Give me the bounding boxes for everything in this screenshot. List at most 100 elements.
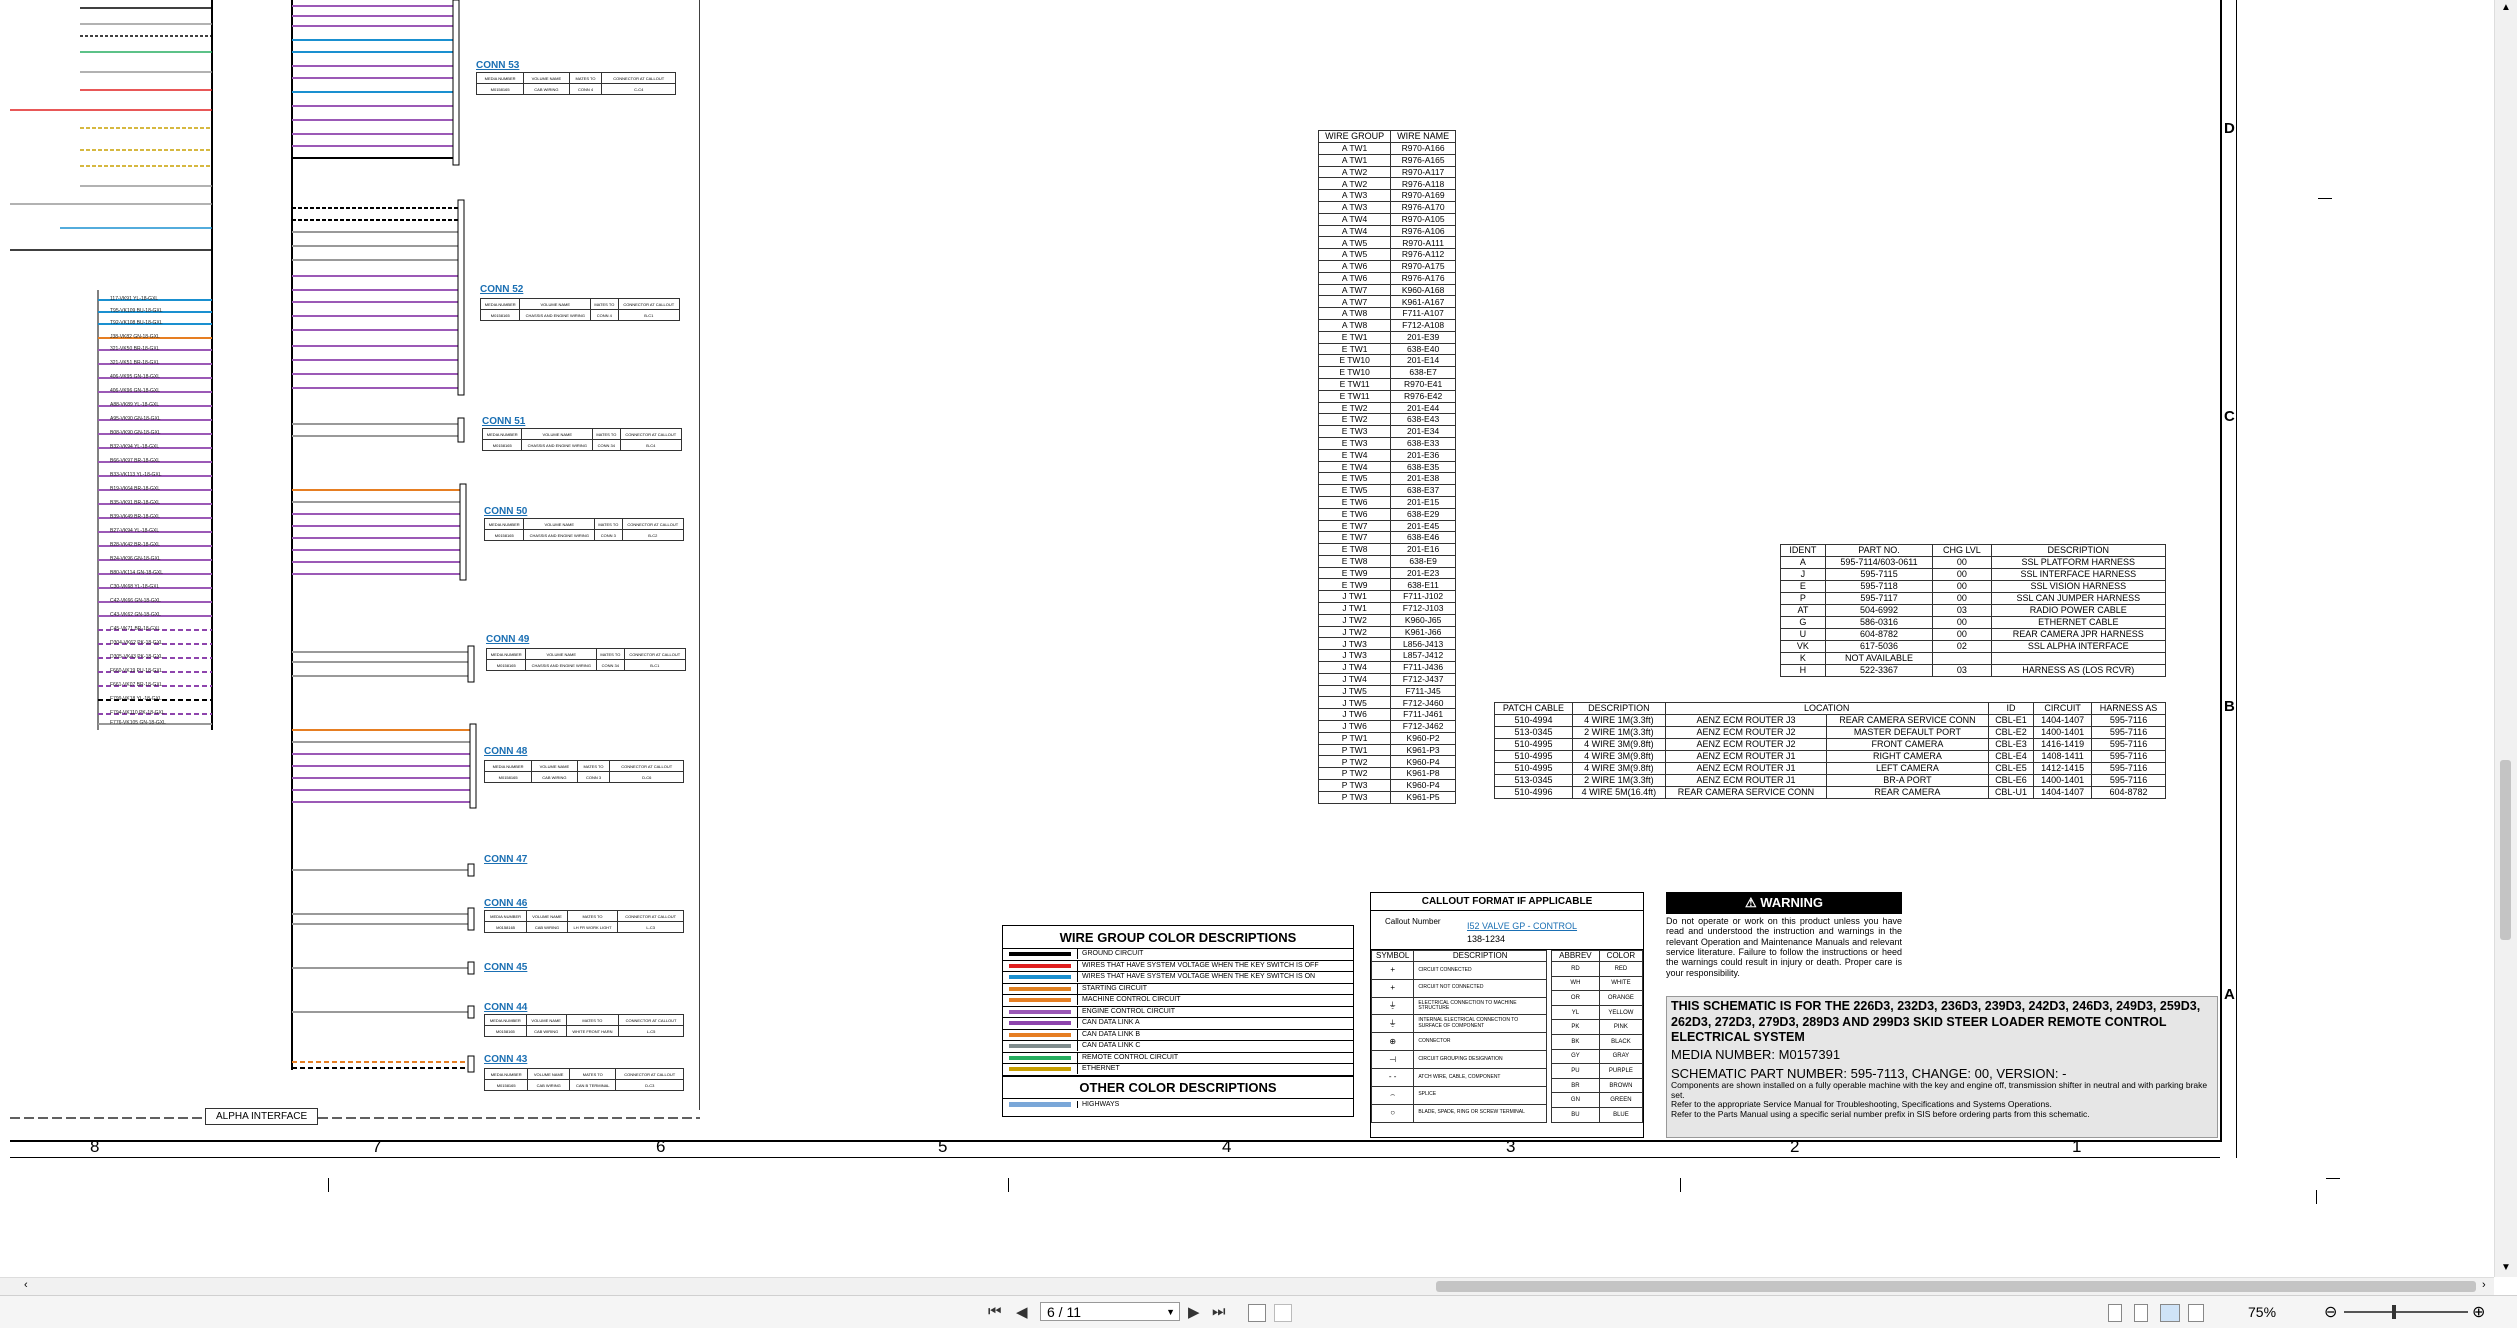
table-row: A TW4 R970-A105 (1317, 212, 1456, 226)
document-viewport[interactable]: 117-VK91 YL-18-GXL T95-VK109 BU-18-GXL T… (0, 0, 2494, 1277)
table-row: A TW6 R970-A175 (1317, 259, 1456, 273)
title-part: SCHEMATIC PART NUMBER: 595-7113, CHANGE:… (1671, 1065, 2067, 1081)
conn-title[interactable]: CONN 46 (484, 898, 527, 909)
table-cell: K (1780, 652, 1826, 665)
prev-page-icon[interactable]: ◀ (1016, 1303, 1028, 1321)
single-page-icon[interactable] (2108, 1304, 2122, 1322)
table-row: K NOT AVAILABLE (1780, 652, 2167, 665)
conn-callout: D-C3 (615, 1079, 684, 1091)
next-page-icon[interactable]: ▶ (1188, 1303, 1200, 1321)
conn-title[interactable]: CONN 44 (484, 1002, 527, 1013)
table-header: CIRCUIT (2033, 702, 2093, 715)
horizontal-scrollbar[interactable]: ‹ › (0, 1277, 2494, 1296)
conn-name: CAB WIRING (531, 771, 578, 783)
conn-callout: B-C4 (619, 439, 683, 451)
table-cell: CBL-U1 (1987, 786, 2035, 799)
scroll-thumb[interactable] (2500, 760, 2511, 940)
conn-mates: WHITE FRONT HARN (565, 1025, 620, 1037)
table-cell: 595-7116 (2091, 738, 2166, 751)
table-row: GY GRAY (1551, 1048, 1644, 1065)
scroll-thumb-h[interactable] (1436, 1281, 2476, 1292)
table-row: J 595-7115 00 SSL INTERFACE HARNESS (1780, 568, 2167, 581)
zoom-out-icon[interactable]: ⊖ (2324, 1302, 2337, 1322)
other-legend-title: OTHER COLOR DESCRIPTIONS (1003, 1075, 1353, 1099)
table-cell: AENZ ECM ROUTER J1 (1664, 774, 1828, 787)
frame-right (2220, 0, 2222, 1142)
table-cell: 03 (1932, 604, 1992, 617)
page-copy-icon[interactable] (1248, 1304, 1266, 1322)
svg-text:C45-VK71 BR-18-GXL: C45-VK71 BR-18-GXL (110, 626, 161, 632)
two-page-continuous-icon[interactable] (2188, 1304, 2204, 1322)
first-page-icon[interactable]: ⏮ (988, 1303, 1002, 1320)
page-layout-icon[interactable] (1274, 1304, 1292, 1322)
legend-label: CAN DATA LINK A (1077, 1018, 1140, 1029)
table-row: J TW4 F712-J437 (1317, 672, 1456, 686)
scroll-right-icon[interactable]: › (2482, 1279, 2486, 1291)
table-cell: K960-P4 (1390, 755, 1456, 769)
table-row: 510-4995 4 WIRE 3M(9.8ft) AENZ ECM ROUTER … (1494, 738, 2166, 751)
table-cell: E TW3 (1317, 436, 1392, 450)
conn-title[interactable]: CONN 49 (486, 634, 529, 645)
conn-title[interactable]: CONN 43 (484, 1054, 527, 1065)
vertical-scrollbar[interactable]: ▲ ▼ (2494, 0, 2517, 1277)
tick-mark (2326, 1178, 2340, 1179)
table-cell: A TW5 (1317, 248, 1392, 261)
conn-title[interactable]: CONN 52 (480, 284, 523, 295)
warning-title: WARNING (1760, 895, 1824, 910)
callout-link[interactable]: I52 VALVE GP - CONTROL (1467, 921, 1577, 931)
zoom-value[interactable]: 75% (2248, 1304, 2276, 1320)
table-cell: SSL ALPHA INTERFACE (1990, 640, 2167, 653)
table-cell: P TW2 (1317, 755, 1392, 769)
conn-title[interactable]: CONN 53 (476, 60, 519, 71)
zoom-in-icon[interactable]: ⊕ (2472, 1302, 2485, 1322)
svg-text:J38-VK82 GN-18-GXL: J38-VK82 GN-18-GXL (110, 334, 160, 340)
svg-text:321-VK51 BR-18-GXL: 321-VK51 BR-18-GXL (110, 360, 160, 366)
table-cell: J TW3 (1317, 649, 1392, 663)
conn-name: CHASSIS AND ENGINE WIRING (525, 659, 598, 671)
tick-mark (1008, 1178, 1009, 1192)
scroll-down-icon[interactable]: ▼ (2501, 1262, 2511, 1273)
table-cell: 00 (1932, 556, 1992, 569)
table-row: E TW3 638-E33 (1317, 436, 1456, 450)
table-row: - - ATCH WIRE, CABLE, COMPONENT (1370, 1067, 1547, 1087)
table-cell: J TW4 (1317, 672, 1392, 686)
legend-item: CAN DATA LINK B (1003, 1029, 1353, 1041)
table-cell: F711-J461 (1390, 708, 1456, 722)
continuous-page-icon[interactable] (2134, 1304, 2148, 1322)
conn-title[interactable]: CONN 50 (484, 506, 527, 517)
conn-title[interactable]: CONN 51 (482, 416, 525, 427)
table-row: E TW1 201-E39 (1317, 330, 1456, 344)
table-row: E TW2 201-E44 (1317, 401, 1456, 415)
callout-box: CALLOUT FORMAT IF APPLICABLE Callout Num… (1370, 892, 1644, 1138)
legend-swatch (1009, 1044, 1071, 1049)
table-cell: 522-3367 (1824, 664, 1934, 677)
conn-title[interactable]: CONN 45 (484, 962, 527, 973)
table-cell: K960-P2 (1390, 731, 1456, 745)
conn-title[interactable]: CONN 47 (484, 854, 527, 865)
svg-text:B66-VK97 BR-18-GXL: B66-VK97 BR-18-GXL (110, 458, 160, 464)
conn-table: MEDIA NUMBER VOLUME NAME MATES TO CONNECTOR… (484, 1014, 684, 1037)
table-cell: R976-A118 (1390, 177, 1456, 191)
table-header: DESCRIPTION (1571, 702, 1666, 715)
scroll-up-icon[interactable]: ▲ (2501, 2, 2511, 13)
two-page-icon[interactable] (2160, 1304, 2180, 1322)
table-cell: 510-4995 (1494, 738, 1573, 751)
zoom-slider[interactable] (2344, 1305, 2468, 1319)
last-page-icon[interactable]: ⏭ (1212, 1303, 1226, 1320)
table-cell: RIGHT CAMERA (1826, 750, 1989, 763)
page-number-input[interactable]: 6 / 11 ▼ (1040, 1302, 1180, 1321)
table-cell: OR (1551, 990, 1600, 1006)
table-cell: F712-J103 (1390, 602, 1456, 615)
scroll-left-icon[interactable]: ‹ (24, 1279, 28, 1291)
zoom-slider-thumb[interactable] (2392, 1305, 2396, 1319)
table-cell: 604-8782 (1824, 628, 1934, 641)
chevron-down-icon[interactable]: ▼ (1166, 1303, 1175, 1321)
symbol-description: CIRCUIT NOT CONNECTED (1413, 978, 1547, 998)
svg-text:B80-VK114 GN-18-GXL: B80-VK114 GN-18-GXL (110, 570, 163, 576)
conn-title[interactable]: CONN 48 (484, 746, 527, 757)
legend-swatch (1009, 1032, 1071, 1037)
table-cell: 510-4994 (1494, 714, 1573, 727)
legend-swatch (1009, 975, 1071, 980)
table-row: VK 617-5036 02 SSL ALPHA INTERFACE (1780, 640, 2167, 653)
frame-bottom (10, 1140, 2220, 1142)
